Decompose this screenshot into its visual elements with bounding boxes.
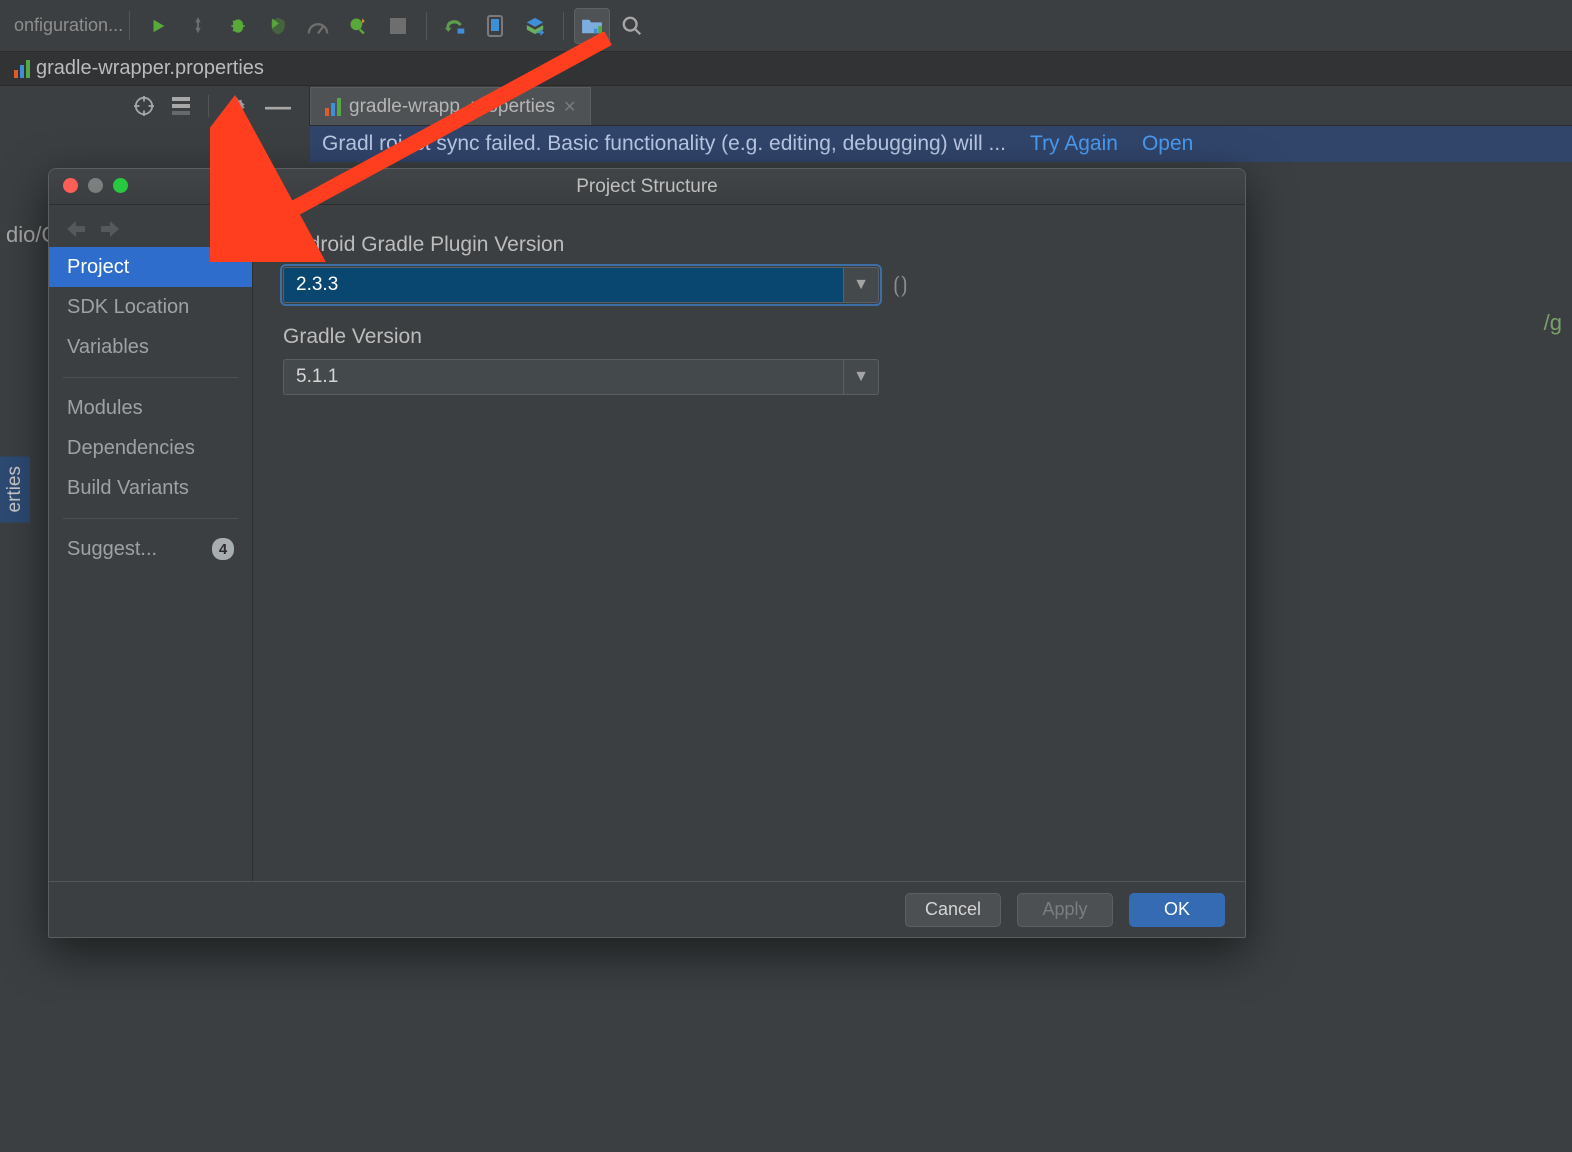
editor-tab[interactable]: gradle-wrapp .properties ✕	[310, 87, 591, 125]
search-icon[interactable]	[614, 8, 650, 44]
file-tab-label: gradle-wrapper.properties	[36, 57, 264, 80]
project-structure-icon[interactable]	[574, 8, 610, 44]
chevron-down-icon[interactable]: ▼	[843, 359, 879, 395]
dialog-titlebar: Project Structure	[49, 169, 1245, 205]
sdk-manager-icon[interactable]	[517, 8, 553, 44]
sidebar-item-sdk-location[interactable]: SDK Location	[49, 287, 252, 327]
plugin-version-input[interactable]	[283, 267, 843, 303]
chevron-down-icon[interactable]: ▼	[843, 267, 879, 303]
cancel-button[interactable]: Cancel	[905, 893, 1001, 927]
sidebar-item-variables[interactable]: Variables	[49, 327, 252, 367]
properties-file-icon	[14, 60, 30, 78]
editor-area: gradle-wrapp .properties ✕ Gradl roject …	[310, 86, 1572, 162]
zoom-window-icon[interactable]	[113, 178, 128, 193]
project-panel-toolbar: —	[0, 86, 310, 126]
banner-message: Gradl roject sync failed. Basic function…	[322, 132, 1006, 156]
sidebar-nav	[49, 211, 252, 247]
apply-button[interactable]: Apply	[1017, 893, 1113, 927]
suggestions-badge: 4	[212, 538, 234, 560]
plugin-version-label: Android Gradle Plugin Version	[283, 233, 1215, 257]
project-structure-dialog: Project Structure Project SDK Location V…	[48, 168, 1246, 938]
apply-changes-icon[interactable]	[180, 8, 216, 44]
stop-icon[interactable]	[380, 8, 416, 44]
gear-icon[interactable]	[227, 96, 247, 116]
dialog-title: Project Structure	[576, 176, 718, 198]
main-toolbar: onfiguration...	[0, 0, 1572, 52]
editor-gutter-text: /g	[1544, 310, 1562, 336]
run-config-selector[interactable]: onfiguration...	[8, 11, 130, 40]
vertical-tab-properties[interactable]: erties	[0, 456, 30, 522]
minimize-icon[interactable]: —	[265, 91, 291, 122]
expand-collapse-icon[interactable]: ⟮⟯	[893, 272, 908, 298]
minimize-window-icon[interactable]	[88, 178, 103, 193]
properties-file-icon	[325, 98, 341, 116]
close-icon[interactable]: ✕	[563, 97, 576, 117]
sync-failed-banner: Gradl roject sync failed. Basic function…	[310, 126, 1572, 162]
sidebar-item-project[interactable]: Project	[49, 247, 252, 287]
window-controls	[63, 178, 128, 193]
run-icon[interactable]	[140, 8, 176, 44]
open-link[interactable]: Open	[1142, 132, 1193, 156]
target-icon[interactable]	[134, 96, 154, 116]
file-tab[interactable]: gradle-wrapper.properties	[14, 57, 264, 80]
android-attach-icon[interactable]	[340, 8, 376, 44]
debug-icon[interactable]	[220, 8, 256, 44]
gradle-sync-icon[interactable]	[437, 8, 473, 44]
gradle-version-input[interactable]	[283, 359, 843, 395]
ok-button[interactable]: OK	[1129, 893, 1225, 927]
open-files-row: gradle-wrapper.properties	[0, 52, 1572, 86]
sidebar-item-build-variants[interactable]: Build Variants	[49, 468, 252, 508]
dialog-content: Android Gradle Plugin Version ▼ ⟮⟯ Gradl…	[253, 205, 1245, 881]
profiler-icon[interactable]	[300, 8, 336, 44]
sidebar-item-dependencies[interactable]: Dependencies	[49, 428, 252, 468]
editor-tab-label: gradle-wrapp .properties	[349, 96, 555, 118]
gradle-version-combo[interactable]: ▼	[283, 359, 879, 395]
dialog-sidebar: Project SDK Location Variables Modules D…	[49, 205, 253, 881]
forward-icon[interactable]	[101, 221, 119, 237]
dialog-footer: Cancel Apply OK	[49, 881, 1245, 937]
plugin-version-combo[interactable]: ▼	[283, 267, 879, 303]
gradle-version-label: Gradle Version	[283, 325, 1215, 349]
editor-tabs: gradle-wrapp .properties ✕	[310, 86, 1572, 126]
sidebar-item-suggestions[interactable]: Suggest... 4	[49, 529, 252, 569]
avd-manager-icon[interactable]	[477, 8, 513, 44]
close-window-icon[interactable]	[63, 178, 78, 193]
back-icon[interactable]	[67, 221, 85, 237]
sidebar-item-modules[interactable]: Modules	[49, 388, 252, 428]
collapse-split-icon[interactable]	[172, 97, 190, 115]
coverage-icon[interactable]	[260, 8, 296, 44]
try-again-link[interactable]: Try Again	[1030, 132, 1118, 156]
